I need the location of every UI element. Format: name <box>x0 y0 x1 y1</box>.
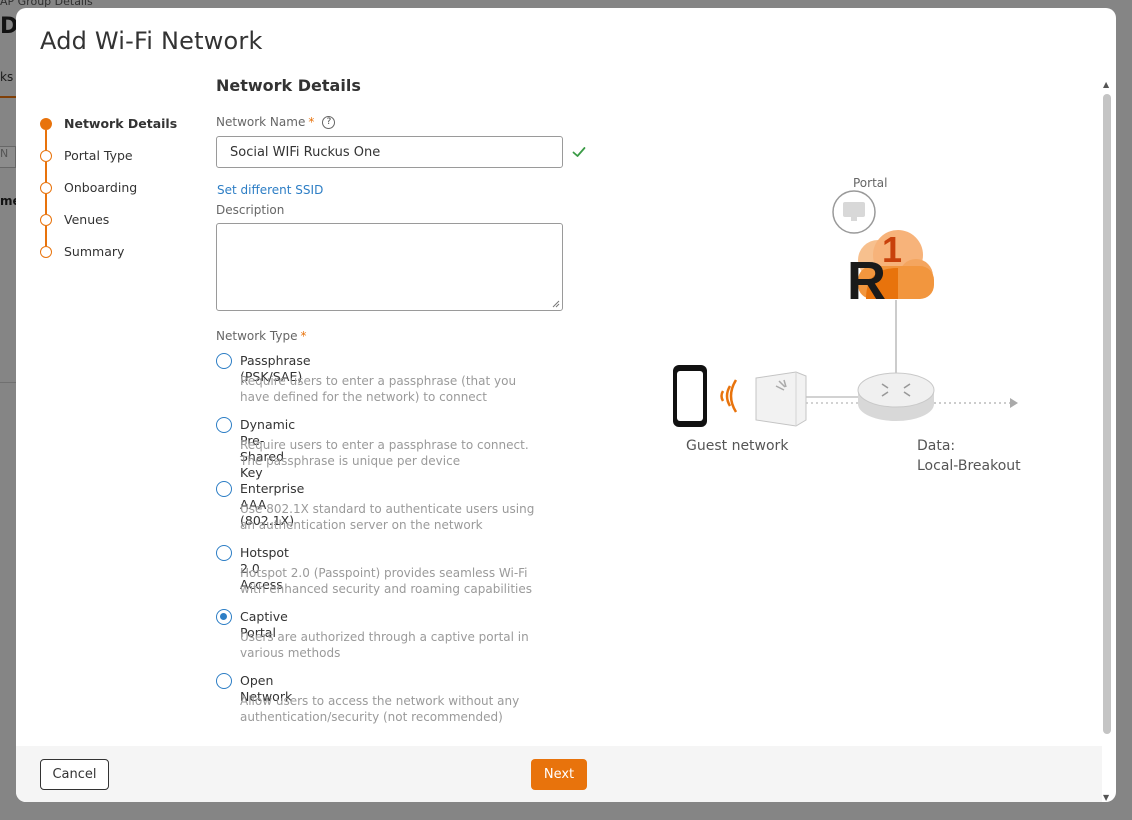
background-breadcrumb: AP Group Details <box>0 0 93 8</box>
network-type-label-text: Network Type <box>216 329 298 343</box>
guest-network-label: Guest network <box>686 438 789 454</box>
background-search-input: N <box>0 146 16 168</box>
required-mark: * <box>308 115 315 129</box>
step-label: Summary <box>64 244 125 259</box>
network-name-label-text: Network Name <box>216 115 306 129</box>
radio-button-selected[interactable] <box>216 609 232 625</box>
step-onboarding[interactable]: Onboarding <box>40 178 177 214</box>
description-label: Description <box>216 203 285 217</box>
resize-grip-icon[interactable] <box>552 300 560 308</box>
logo-digit: 1 <box>882 229 903 270</box>
cancel-button[interactable]: Cancel <box>40 759 109 790</box>
add-wifi-network-modal: Add Wi-Fi Network Network Details Portal… <box>16 8 1116 802</box>
radio-description: Require users to enter a passphrase to c… <box>240 438 529 468</box>
description-textarea[interactable] <box>216 223 563 311</box>
network-type-label: Network Type * <box>216 329 306 343</box>
radio-button[interactable] <box>216 673 232 689</box>
network-name-label: Network Name * ? <box>216 115 336 129</box>
background-tab-indicator <box>0 96 16 98</box>
step-dot-icon <box>40 214 52 226</box>
set-different-ssid-link[interactable]: Set different SSID <box>217 183 323 197</box>
radio-button[interactable] <box>216 545 232 561</box>
radio-button[interactable] <box>216 481 232 497</box>
portal-monitor-icon <box>832 190 876 234</box>
diagram-graphic <box>673 190 1018 427</box>
step-label: Venues <box>64 212 110 227</box>
step-portal-type[interactable]: Portal Type <box>40 146 177 182</box>
radio-description: Hotspot 2.0 (Passpoint) provides seamles… <box>240 566 532 596</box>
background-divider <box>0 382 16 383</box>
logo-letter: R <box>847 251 886 311</box>
scroll-up-icon[interactable]: ▲ <box>1103 80 1109 89</box>
radio-description: Allow users to access the network withou… <box>240 694 520 724</box>
network-diagram: Portal R 1 Guest network Data: Local-Bre… <box>636 158 1026 478</box>
next-button[interactable]: Next <box>531 759 587 790</box>
router-icon <box>857 372 935 421</box>
radio-button[interactable] <box>216 353 232 369</box>
step-venues[interactable]: Venues <box>40 210 177 246</box>
scrollbar-thumb[interactable] <box>1103 94 1111 734</box>
radio-description: Require users to enter a passphrase (tha… <box>240 374 517 404</box>
radio-button[interactable] <box>216 417 232 433</box>
modal-title: Add Wi-Fi Network <box>40 27 263 55</box>
scroll-down-icon[interactable]: ▼ <box>1103 793 1109 802</box>
radio-description: Use 802.1X standard to authenticate user… <box>240 502 535 532</box>
scrollbar[interactable]: ▲ ▼ <box>1102 80 1112 802</box>
step-label: Network Details <box>64 116 178 131</box>
arrow-icon <box>1010 398 1018 408</box>
wifi-signal-icon <box>720 379 738 413</box>
help-icon[interactable]: ? <box>322 115 336 129</box>
network-name-input[interactable] <box>216 136 563 168</box>
required-mark: * <box>300 329 307 343</box>
background-tab: ks <box>0 70 14 84</box>
step-network-details[interactable]: Network Details <box>40 114 178 150</box>
phone-icon <box>673 365 707 427</box>
data-value: Local-Breakout <box>917 458 1021 474</box>
step-dot-icon <box>40 182 52 194</box>
access-point-icon <box>755 371 807 427</box>
modal-footer: Cancel Next <box>16 746 1102 802</box>
data-label: Data: <box>917 438 956 454</box>
step-label: Onboarding <box>64 180 138 195</box>
step-label: Portal Type <box>64 148 133 163</box>
step-dot-icon <box>40 150 52 162</box>
step-active-dot-icon <box>40 118 52 130</box>
portal-label: Portal <box>853 176 888 190</box>
step-dot-icon <box>40 246 52 258</box>
network-name-row <box>216 136 587 168</box>
radio-description: Users are authorized through a captive p… <box>240 630 529 660</box>
wizard-stepper: Network Details Portal Type Onboarding V… <box>40 114 177 274</box>
check-icon <box>572 147 586 157</box>
step-summary[interactable]: Summary <box>40 242 177 274</box>
section-title: Network Details <box>216 76 361 95</box>
